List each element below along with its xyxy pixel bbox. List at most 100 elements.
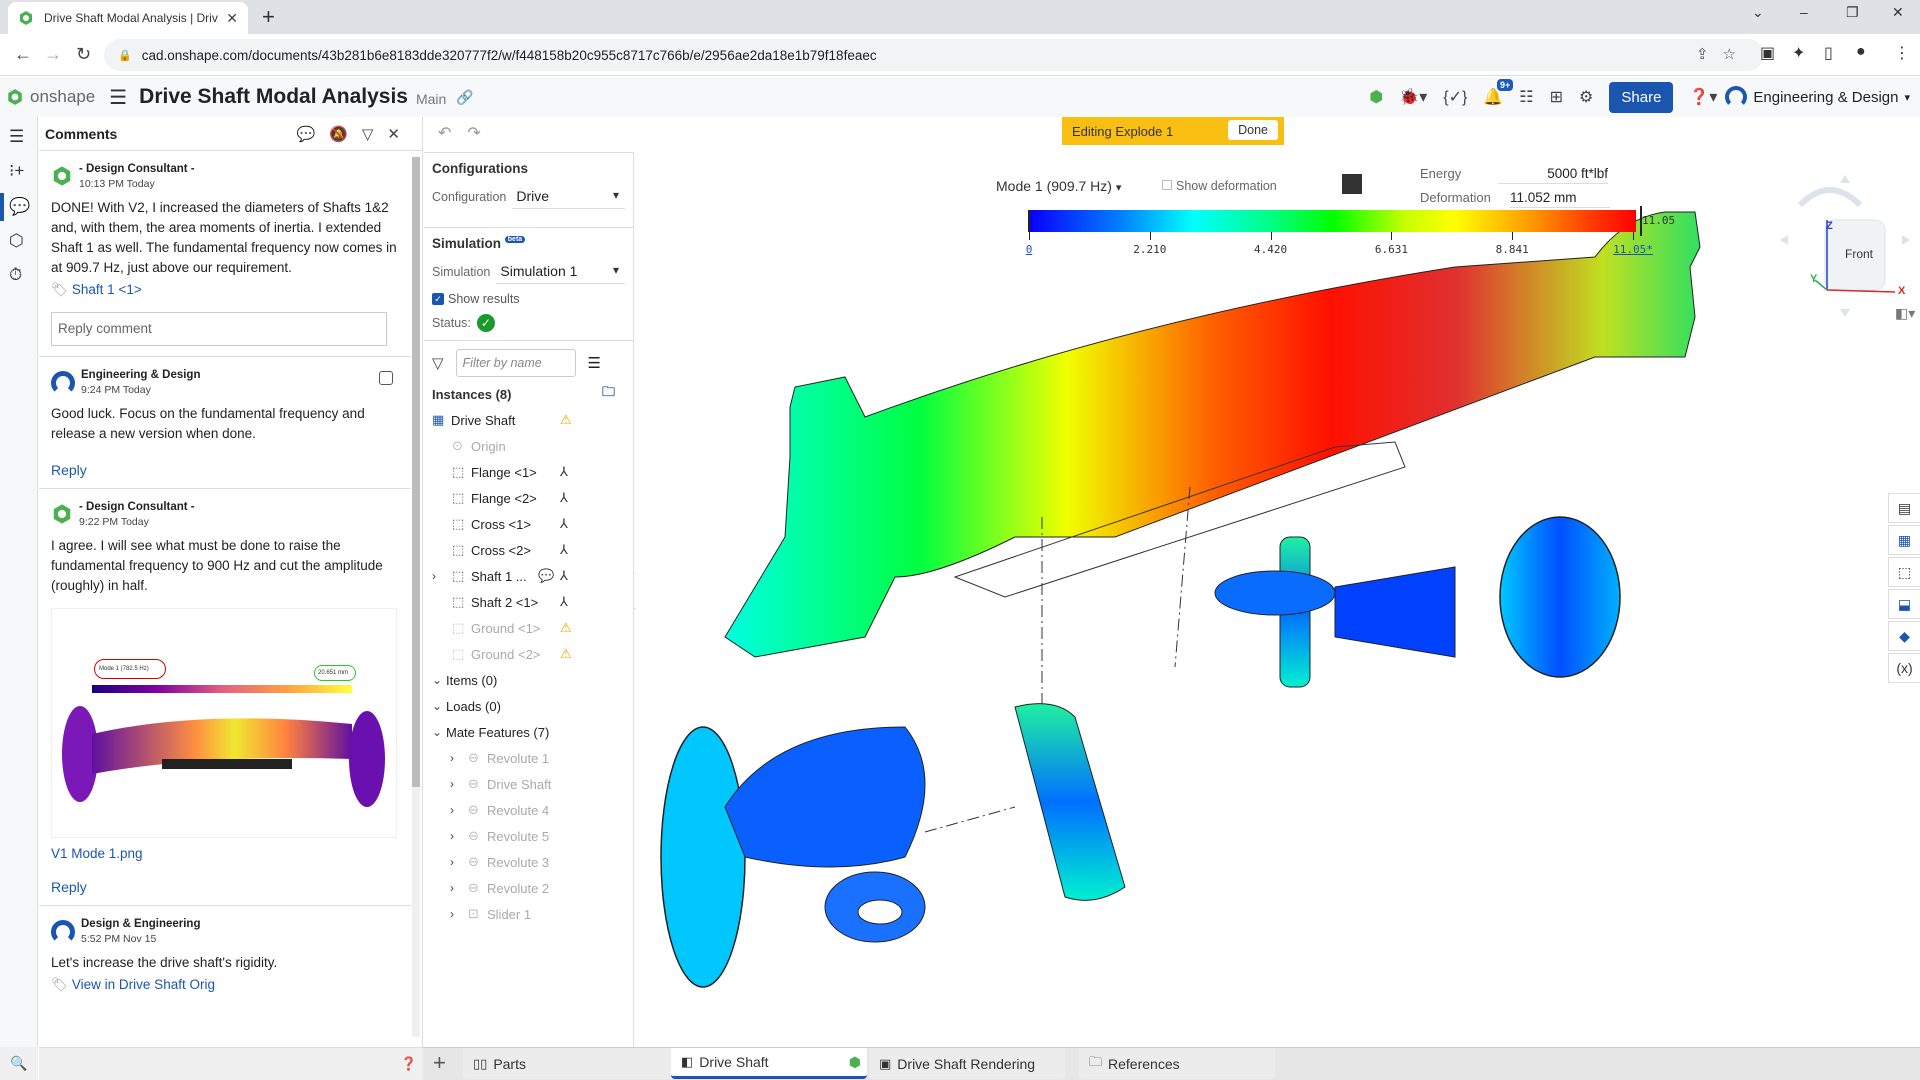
mate-row[interactable]: › ⊖ Revolute 5 [432,823,625,849]
back-icon[interactable]: ← [14,44,32,65]
menu-hamburger-icon[interactable]: ☰ [109,85,127,110]
instance-row[interactable]: ⬚ Ground <2> ⚠ [432,641,625,667]
comments-icon[interactable]: 💬 [9,197,30,217]
configuration-select[interactable]: Drive [512,184,625,209]
close-tab-icon[interactable]: ✕ [226,10,238,27]
mate-row[interactable]: › ⊖ Drive Shaft [432,771,625,797]
search-tools-icon[interactable]: 🔍 [0,1047,38,1080]
expand-chevron-icon[interactable]: › [450,829,464,843]
mate-row[interactable]: › ⊖ Revolute 4 [432,797,625,823]
graphics-viewport[interactable]: Front Z Y X ◧▾ [635,117,1920,1047]
filter-by-name-input[interactable]: Filter by name [455,349,576,377]
tab-parts[interactable]: ▯▯ Parts [463,1048,689,1079]
help-icon[interactable]: ❓ [401,1056,417,1072]
expand-chevron-icon[interactable]: › [432,569,446,583]
tab-drive-shaft-rendering[interactable]: ▣ Drive Shaft Rendering [869,1048,1065,1079]
learning-center-icon[interactable]: ⚙ [1579,87,1593,107]
instance-row[interactable]: ⬚ Shaft 2 <1> ⅄ [432,589,625,615]
debug-bug-icon[interactable]: 🐞▾ [1399,87,1427,107]
filter-icon[interactable]: ▽ [432,354,444,372]
reply-link[interactable]: Reply [51,879,403,895]
featurescript-icon[interactable]: {✓} [1443,87,1467,107]
attachment-thumbnail[interactable]: Mode 1 (782.5 Hz) 20.651 mm [51,608,397,838]
feature-list-panel-icon[interactable]: ▤ [1888,493,1920,523]
energy-input[interactable]: 5000 ft*lbf [1498,166,1608,184]
app-store-icon[interactable]: ⬢ [1369,87,1383,107]
tab-search-icon[interactable]: ⌄ [1752,4,1764,21]
profile-avatar[interactable]: ● [1856,43,1866,61]
tab-references[interactable]: 🗀 References [1079,1048,1275,1079]
mate-features-section[interactable]: ⌄ Mate Features (7) [432,719,625,745]
instance-row[interactable]: ⬚ Cross <1> ⅄ [432,511,625,537]
deformation-input[interactable]: 11.052 mm [1510,190,1610,208]
bookmark-star-icon[interactable]: ☆ [1723,46,1750,63]
appearance-icon[interactable]: ◆ [1888,621,1920,651]
mate-row[interactable]: › ⊖ Revolute 1 [432,745,625,771]
tab-drive-shaft[interactable]: ◧ Drive Shaft ⬢ [671,1048,867,1079]
reload-icon[interactable]: ↻ [76,44,91,65]
colorbar-tick-label[interactable]: 11.05* [1613,243,1653,256]
instance-row[interactable]: ▦ Drive Shaft ⚠ [432,407,625,433]
add-tab-icon[interactable]: + [433,1050,446,1076]
extension-icon[interactable]: ▣ [1760,43,1775,63]
insert-mate-icon[interactable]: ⁝+ [9,161,24,181]
expand-chevron-icon[interactable]: › [450,855,464,869]
part-properties-icon[interactable]: ⬡ [9,231,24,251]
done-button[interactable]: Done [1228,120,1278,140]
close-window-button[interactable]: ✕ [1892,4,1904,21]
feature-list-icon[interactable]: ☰ [9,127,24,147]
instance-row[interactable]: ⬚ Cross <2> ⅄ [432,537,625,563]
view-cube[interactable]: Front Z Y X ◧▾ [1770,165,1920,325]
side-panel-icon[interactable]: ▯ [1824,43,1833,63]
variables-icon[interactable]: (x) [1888,653,1920,683]
address-bar[interactable]: 🔒 cad.onshape.com/documents/43b281b6e818… [104,39,1764,71]
expand-chevron-icon[interactable]: › [450,803,464,817]
close-icon[interactable]: ✕ [387,126,414,143]
colorbar-tick-label[interactable]: 0 [1026,243,1033,256]
expand-chevron-icon[interactable]: › [450,751,464,765]
new-tab-button[interactable]: + [262,4,275,30]
comment-tag-link[interactable]: 🏷 View in Drive Shaft Orig [51,977,403,993]
attachment-link[interactable]: V1 Mode 1.png [51,846,403,861]
show-results-checkbox[interactable]: ✓ [432,293,444,305]
instance-row[interactable]: ⬚ Flange <1> ⅄ [432,459,625,485]
instance-row[interactable]: › ⬚ Shaft 1 ... 💬 ⅄ [432,563,625,589]
expand-chevron-icon[interactable]: › [450,881,464,895]
share-button[interactable]: Share [1609,81,1674,113]
mate-row[interactable]: › ⊖ Revolute 2 [432,875,625,901]
document-title[interactable]: Drive Shaft Modal Analysis [139,85,408,109]
list-view-icon[interactable]: ☰ [588,354,601,372]
redo-icon[interactable]: ↷ [467,125,496,142]
help-icon[interactable]: ❓▾ [1689,87,1717,107]
new-folder-icon[interactable]: 🗀 [602,383,615,405]
mate-row[interactable]: › ⊖ Revolute 3 [432,849,625,875]
show-deformation-toggle[interactable]: Show deformation [1162,179,1277,193]
resolve-checkbox[interactable] [379,371,393,385]
comments-list[interactable]: - Design Consultant - 10:13 PM Today DON… [39,151,411,1047]
link-icon[interactable]: 🔗 [456,89,473,106]
tasks-icon[interactable]: ☷ [1519,87,1533,107]
loads-section[interactable]: ⌄ Loads (0) [432,693,625,719]
forward-icon[interactable]: → [44,44,62,65]
comment-tag-link[interactable]: 🏷 Shaft 1 <1> [51,282,403,298]
animation-timer-icon[interactable]: ⏱ [9,265,22,285]
puzzle-extensions-icon[interactable]: ✦ [1792,43,1805,63]
mate-row[interactable]: › ⊡ Slider 1 [432,901,625,927]
mate-connector-icon[interactable]: ⬚ [1888,557,1920,587]
explode-view-icon[interactable]: ⬓ [1888,589,1920,619]
comments-scrollbar[interactable] [412,157,420,1037]
add-comment-icon[interactable]: 💬 [297,126,330,143]
filter-icon[interactable]: ▽ [362,126,388,143]
view-mode-cube-icon[interactable]: ◧▾ [1895,305,1915,322]
notifications-bell-icon[interactable]: 🔔 9+ [1483,79,1514,107]
user-menu[interactable]: Engineering & Design ▾ [1725,86,1910,108]
color-swatch[interactable] [1342,174,1362,194]
scrollbar-thumb[interactable] [412,157,420,787]
undo-icon[interactable]: ↶ [438,125,467,142]
apps-grid-icon[interactable]: ⊞ [1550,87,1563,107]
comment-bubble-icon[interactable]: 💬 [538,568,554,584]
browser-menu-icon[interactable]: ⋮ [1894,43,1910,63]
instance-row[interactable]: ⬚ Flange <2> ⅄ [432,485,625,511]
expand-chevron-icon[interactable]: › [450,777,464,791]
items-section[interactable]: ⌄ Items (0) [432,667,625,693]
